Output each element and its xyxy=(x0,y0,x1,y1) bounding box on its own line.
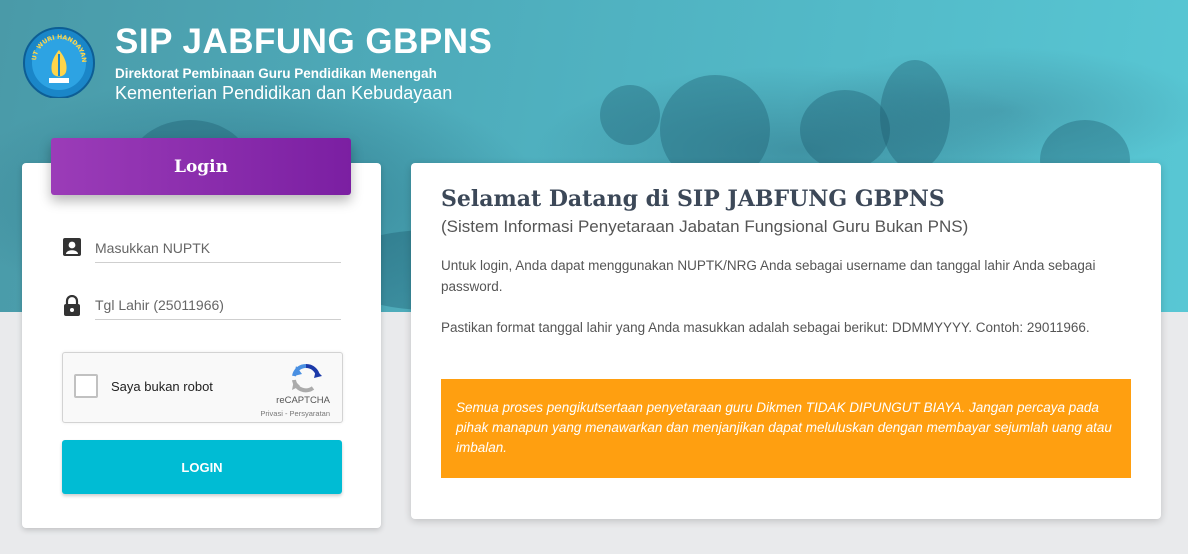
ministry-emblem-icon: TUT WURI HANDAYANI xyxy=(20,21,96,99)
date-format-note: Pastikan format tanggal lahir yang Anda … xyxy=(441,320,1090,335)
ministry-name: Kementerian Pendidikan dan Kebudayaan xyxy=(115,83,453,103)
recaptcha-label: Saya bukan robot xyxy=(111,379,213,394)
recaptcha-brand: reCAPTCHA xyxy=(276,395,330,406)
welcome-card: Selamat Datang di SIP JABFUNG GBPNS (Sis… xyxy=(411,163,1161,519)
nuptk-field xyxy=(62,234,342,264)
recaptcha-terms-link[interactable]: Privasi - Persyaratan xyxy=(260,409,330,418)
recaptcha-checkbox[interactable] xyxy=(74,374,98,398)
welcome-subtitle: (Sistem Informasi Penyetaraan Jabatan Fu… xyxy=(441,217,969,236)
login-card-header: Login xyxy=(51,138,351,195)
directorate-name: Direktorat Pembinaan Guru Pendidikan Men… xyxy=(115,66,437,81)
login-instructions: Untuk login, Anda dapat menggunakan NUPT… xyxy=(441,258,1096,294)
lock-icon xyxy=(62,294,82,317)
login-button[interactable]: LOGIN xyxy=(62,440,342,494)
dob-field xyxy=(62,291,342,321)
nuptk-input[interactable] xyxy=(95,234,341,263)
welcome-title: Selamat Datang di SIP JABFUNG GBPNS xyxy=(441,186,945,212)
recaptcha-widget: Saya bukan robot reCAPTCHA Privasi - Per… xyxy=(62,352,343,423)
dob-password-input[interactable] xyxy=(95,291,341,320)
recaptcha-logo-icon xyxy=(289,362,323,394)
fee-warning-box: Semua proses pengikutsertaan penyetaraan… xyxy=(441,379,1131,478)
account-box-icon xyxy=(62,236,82,258)
app-title: SIP JABFUNG GBPNS xyxy=(115,22,493,61)
